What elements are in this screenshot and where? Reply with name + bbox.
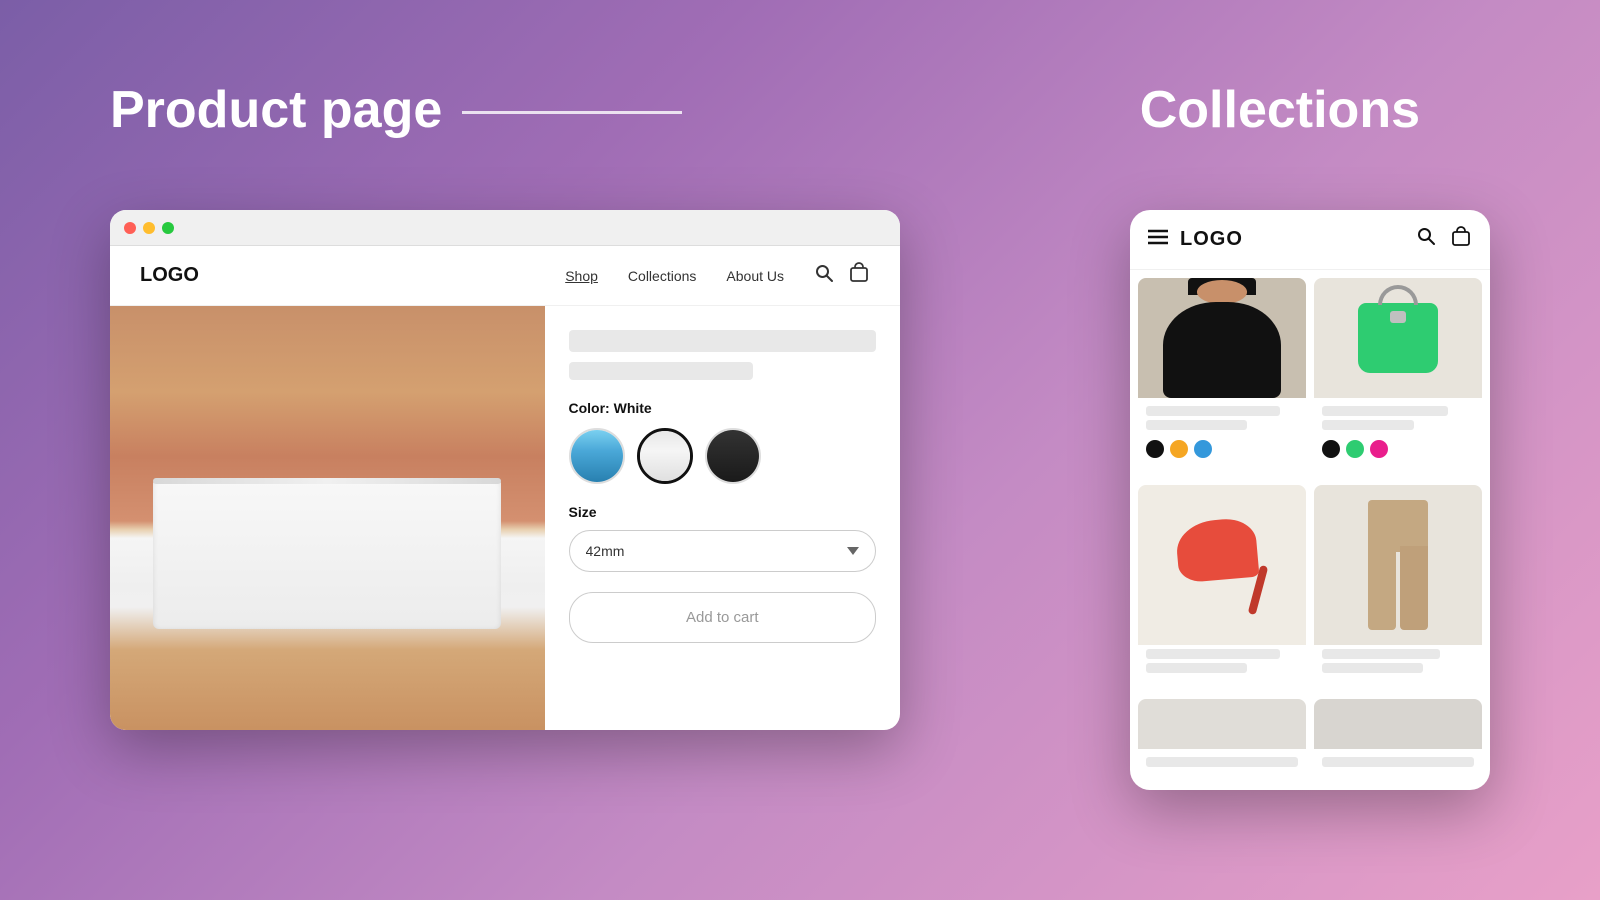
pants-top-art [1368, 500, 1428, 552]
item-color-dots [1314, 436, 1482, 466]
bag-art [1358, 303, 1438, 373]
browser-titlebar [110, 210, 900, 246]
collections-label: Collections [1140, 80, 1420, 140]
item-name-bar [1146, 649, 1280, 659]
pants-right-art [1400, 546, 1428, 631]
size-label: Size [569, 504, 877, 520]
collections-grid [1130, 270, 1490, 790]
item-price-bar [1146, 420, 1247, 430]
placeholder-image-1 [1138, 699, 1306, 749]
heel-art [1177, 515, 1267, 615]
body-art [1163, 302, 1281, 398]
blue-swatch-art [571, 430, 623, 482]
product-content: Color: White Size 42mm S M [110, 306, 900, 730]
product-page-label: Product page [110, 80, 682, 140]
heels-image [1138, 485, 1306, 645]
cart-icon [848, 262, 870, 284]
pants-art [1368, 500, 1428, 630]
nav-link-shop[interactable]: Shop [565, 268, 598, 284]
head-art [1197, 280, 1247, 304]
collections-title: Collections [1140, 81, 1420, 139]
product-title-placeholder [569, 330, 877, 352]
sweater-image [1138, 278, 1306, 398]
nav-link-collections[interactable]: Collections [628, 268, 696, 284]
color-dot-black[interactable] [1146, 440, 1164, 458]
hamburger-icon [1148, 229, 1168, 245]
product-details: Color: White Size 42mm S M [545, 306, 901, 730]
title-line-decoration [462, 111, 682, 114]
search-icon [814, 263, 834, 283]
waistband-visual [153, 478, 501, 484]
collection-item-heels[interactable] [1138, 485, 1306, 690]
mobile-nav-icons [1416, 226, 1472, 253]
mobile-nav: LOGO [1130, 210, 1490, 270]
product-page-title: Product page [110, 80, 442, 140]
color-dot-green[interactable] [1346, 440, 1364, 458]
nav-link-about[interactable]: About Us [726, 268, 784, 284]
mobile-logo: LOGO [1180, 228, 1243, 251]
collection-item-bag[interactable] [1314, 278, 1482, 477]
collections-mobile-window: LOGO [1130, 210, 1490, 790]
product-photo [110, 306, 545, 730]
add-to-cart-button[interactable]: Add to cart [569, 592, 877, 643]
browser-dot-maximize[interactable] [162, 222, 174, 234]
product-page-window: LOGO Shop Collections About Us [110, 210, 900, 730]
size-select[interactable]: 42mm S M L XL [569, 530, 877, 572]
product-image-section [110, 306, 545, 730]
bag-clasp-art [1390, 311, 1406, 323]
color-swatch-black[interactable] [705, 428, 761, 484]
collection-item-placeholder-1[interactable] [1138, 699, 1306, 782]
item-price-bar [1146, 663, 1247, 673]
product-price-placeholder [569, 362, 754, 380]
color-dot-orange[interactable] [1170, 440, 1188, 458]
search-button[interactable] [814, 263, 834, 288]
cart-button[interactable] [848, 262, 870, 289]
white-swatch-art [640, 431, 690, 481]
item-color-dots [1138, 436, 1306, 466]
browser-dot-minimize[interactable] [143, 222, 155, 234]
product-nav: LOGO Shop Collections About Us [110, 246, 900, 306]
browser-dot-close[interactable] [124, 222, 136, 234]
color-label: Color: White [569, 400, 877, 416]
mobile-cart-button[interactable] [1450, 226, 1472, 253]
item-price-bar [1322, 663, 1423, 673]
color-swatch-blue[interactable] [569, 428, 625, 484]
pants-left-art [1368, 546, 1396, 631]
color-swatches [569, 428, 877, 484]
nav-icons [814, 262, 870, 289]
color-dot-black[interactable] [1322, 440, 1340, 458]
placeholder-image-2 [1314, 699, 1482, 749]
mobile-search-icon [1416, 226, 1436, 246]
mobile-search-button[interactable] [1416, 226, 1436, 253]
mobile-cart-icon [1450, 226, 1472, 248]
product-logo: LOGO [140, 264, 199, 287]
item-name-bar [1146, 757, 1298, 767]
collection-item-placeholder-2[interactable] [1314, 699, 1482, 782]
collection-item-sweater[interactable] [1138, 278, 1306, 477]
color-dot-pink[interactable] [1370, 440, 1388, 458]
black-swatch-art [707, 430, 759, 482]
bag-image [1314, 278, 1482, 398]
heel-upper-art [1175, 517, 1260, 584]
product-nav-links: Shop Collections About Us [565, 268, 784, 284]
bag-handle-art [1378, 285, 1418, 305]
item-price-bar [1322, 420, 1414, 430]
color-dot-blue[interactable] [1194, 440, 1212, 458]
item-name-bar [1322, 757, 1474, 767]
color-swatch-white[interactable] [637, 428, 693, 484]
item-name-bar [1146, 406, 1280, 416]
item-name-bar [1322, 649, 1440, 659]
shorts-visual [153, 478, 501, 629]
collection-item-pants[interactable] [1314, 485, 1482, 690]
mobile-menu-icon[interactable] [1148, 229, 1168, 250]
item-name-bar [1322, 406, 1448, 416]
pants-image [1314, 485, 1482, 645]
